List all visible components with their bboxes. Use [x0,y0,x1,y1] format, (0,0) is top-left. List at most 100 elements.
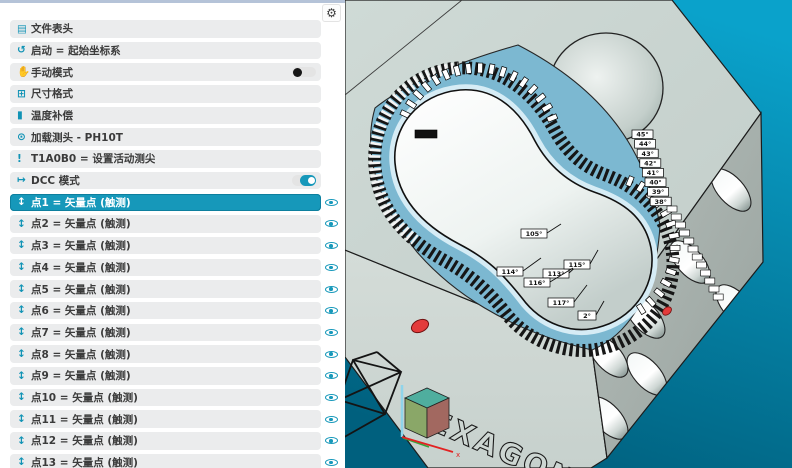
sidebar-item-label: 点1 = 矢量点 (触测) [31,195,131,210]
angle-label: 117° [553,299,570,307]
thermometer-icon: ▮ [17,110,31,121]
sidebar-item-label: 点5 = 矢量点 (触测) [31,282,131,297]
visibility-eye-icon[interactable] [325,435,338,447]
sidebar-item-point-3[interactable]: ↕ 点3 = 矢量点 (触测) [10,237,321,255]
sidebar-item-label: 点7 = 矢量点 (触测) [31,325,131,340]
visibility-eye-icon[interactable] [325,413,338,425]
sidebar-item-point-9[interactable]: ↕ 点9 = 矢量点 (触测) [10,367,321,385]
sidebar-item-startup[interactable]: ↺ 启动 = 起始坐标系 [10,42,321,60]
angle-label: 115° [569,261,586,269]
angle-label: 44° [639,140,651,148]
sidebar-item-label: 点13 = 矢量点 (触测) [31,455,138,468]
sidebar-item-dimension-format[interactable]: ⊞ 尺寸格式 [10,85,321,103]
sidebar-item-label: 点9 = 矢量点 (触测) [31,368,131,383]
visibility-eye-icon[interactable] [325,391,338,403]
sidebar-item-label: T1A0B0 = 设置活动测尖 [31,151,155,166]
visibility-eye-icon[interactable] [325,348,338,360]
vector-point-icon: ↕ [17,284,31,295]
sidebar-item-label: 点8 = 矢量点 (触测) [31,347,131,362]
sidebar-item-label: 点4 = 矢量点 (触测) [31,260,131,275]
probe-tip-icon: ! [17,154,31,165]
visibility-eye-icon[interactable] [325,196,338,208]
vector-point-icon: ↕ [17,305,31,316]
sidebar-item-label: 点10 = 矢量点 (触测) [31,390,138,405]
vector-point-icon: ↕ [17,436,31,447]
sidebar-item-point-11[interactable]: ↕ 点11 = 矢量点 (触测) [10,410,321,428]
angle-label: 43° [642,150,654,158]
angle-label: 113° [548,270,565,278]
visibility-eye-icon[interactable] [325,261,338,273]
sidebar-item-manual-mode[interactable]: ✋ 手动模式 [10,63,321,81]
probe-load-icon: ⊙ [17,132,31,143]
sidebar-item-label: 加载测头 - PH10T [31,130,123,145]
vector-point-icon: ↕ [17,392,31,403]
vector-point-icon: ↕ [17,240,31,251]
manual-mode-toggle[interactable] [292,67,316,78]
visibility-eye-icon[interactable] [325,305,338,317]
top-strip [0,0,345,3]
sidebar-item-temp-compensation[interactable]: ▮ 温度补偿 [10,107,321,125]
vector-point-icon: ↕ [17,197,31,208]
document-icon: ▤ [17,24,31,35]
command-list: ▤ 文件表头 ↺ 启动 = 起始坐标系 ✋ 手动模式 ⊞ 尺寸格式 ▮ 温度补偿 [0,20,345,468]
visibility-eye-icon[interactable] [325,326,338,338]
vector-point-icon: ↕ [17,371,31,382]
angle-label: 41° [647,169,659,177]
angle-label: 105° [526,230,543,238]
sidebar-item-point-10[interactable]: ↕ 点10 = 矢量点 (触测) [10,389,321,407]
visibility-eye-icon[interactable] [325,240,338,252]
app-window: { "app": { "colors": { "accent": "#1698b… [0,0,792,468]
visibility-eye-icon[interactable] [325,218,338,230]
angle-label: 2° [583,312,591,320]
sidebar-item-point-4[interactable]: ↕ 点4 = 矢量点 (触测) [10,259,321,277]
angle-label: 39° [652,188,664,196]
sidebar-item-point-2[interactable]: ↕ 点2 = 矢量点 (触测) [10,215,321,233]
sidebar-item-label: 点11 = 矢量点 (触测) [31,412,138,427]
angle-label: 40° [649,179,661,187]
vector-point-icon: ↕ [17,414,31,425]
dimension-format-icon: ⊞ [17,89,31,100]
angle-label: 116° [529,279,546,287]
sidebar-item-label: 文件表头 [31,21,73,36]
dark-label [415,130,437,138]
sidebar-item-active-tip[interactable]: ! T1A0B0 = 设置活动测尖 [10,150,321,168]
dcc-mode-toggle[interactable] [292,175,316,186]
sidebar-item-point-5[interactable]: ↕ 点5 = 矢量点 (触测) [10,280,321,298]
sidebar-item-label: 手动模式 [31,65,73,80]
sidebar-item-dcc-mode[interactable]: ↦ DCC 模式 [10,172,321,190]
sidebar-item-point-1[interactable]: ↕ 点1 = 矢量点 (触测) [10,194,321,212]
angle-label: 45° [636,131,648,139]
sidebar-item-label: 尺寸格式 [31,86,73,101]
sidebar-item-label: 点12 = 矢量点 (触测) [31,433,138,448]
sidebar-item-file-header[interactable]: ▤ 文件表头 [10,20,321,38]
sidebar-item-label: DCC 模式 [31,173,80,188]
command-sidebar: ⚙ ▤ 文件表头 ↺ 启动 = 起始坐标系 ✋ 手动模式 ⊞ 尺寸格式 ▮ [0,0,345,468]
sidebar-item-point-12[interactable]: ↕ 点12 = 矢量点 (触测) [10,432,321,450]
sidebar-item-load-probe[interactable]: ⊙ 加载测头 - PH10T [10,128,321,146]
cad-scene: 45° 44° 43° 42° 41° 40° 39° 38° 105° 114… [345,0,792,468]
sidebar-item-point-7[interactable]: ↕ 点7 = 矢量点 (触测) [10,324,321,342]
visibility-eye-icon[interactable] [325,283,338,295]
visibility-eye-icon[interactable] [325,457,338,468]
x-axis-label: x [456,451,460,459]
sidebar-item-label: 点6 = 矢量点 (触测) [31,303,131,318]
vector-point-icon: ↕ [17,327,31,338]
sidebar-item-label: 点3 = 矢量点 (触测) [31,238,131,253]
vector-point-icon: ↕ [17,219,31,230]
sidebar-item-point-13[interactable]: ↕ 点13 = 矢量点 (触测) [10,454,321,468]
angle-label: 114° [502,268,519,276]
dcc-mode-icon: ↦ [17,175,31,186]
gear-icon: ⚙ [326,6,337,20]
sidebar-item-label: 启动 = 起始坐标系 [31,43,121,58]
vector-point-icon: ↕ [17,349,31,360]
visibility-eye-icon[interactable] [325,370,338,382]
angle-label: 42° [644,159,656,167]
vector-point-icon: ↕ [17,262,31,273]
startup-icon: ↺ [17,45,31,56]
sidebar-item-point-6[interactable]: ↕ 点6 = 矢量点 (触测) [10,302,321,320]
sidebar-item-point-8[interactable]: ↕ 点8 = 矢量点 (触测) [10,345,321,363]
viewport-3d[interactable]: 45° 44° 43° 42° 41° 40° 39° 38° 105° 114… [345,0,792,468]
sidebar-item-label: 温度补偿 [31,108,73,123]
vector-point-icon: ↕ [17,457,31,468]
angle-label: 38° [655,198,667,206]
